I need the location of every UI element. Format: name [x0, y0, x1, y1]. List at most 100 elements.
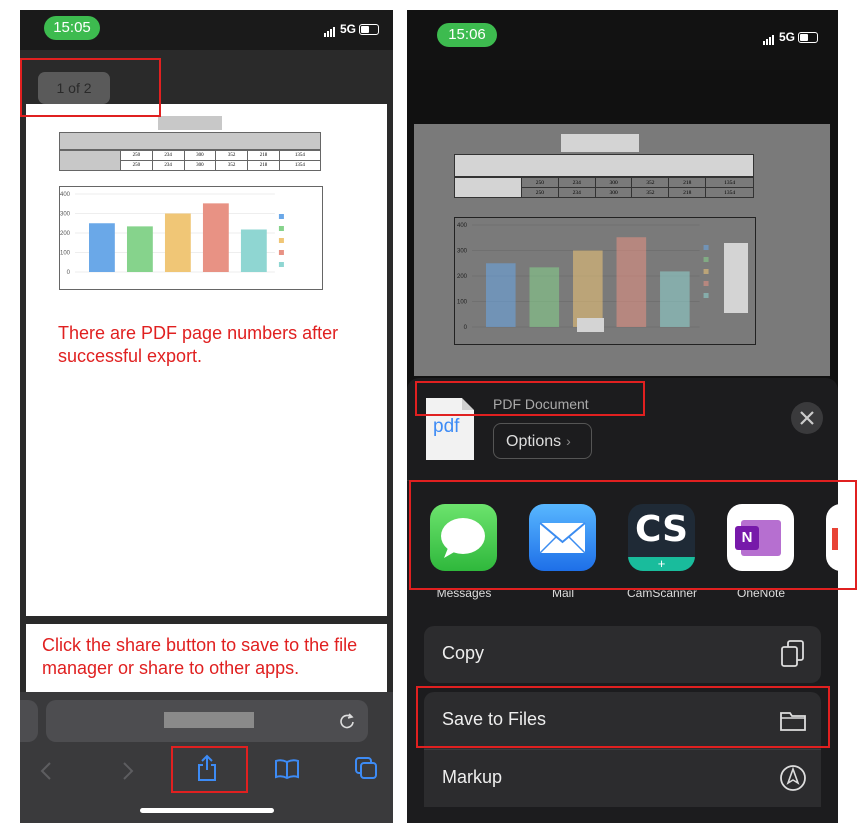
battery-icon [798, 32, 818, 44]
legend-swatch [278, 214, 284, 219]
table-cell: 1354 [278, 150, 322, 161]
table-cell: 352 [631, 187, 670, 198]
legend-swatch [278, 250, 284, 255]
legend-swatch [703, 293, 709, 298]
pdf-icon-label: pdf [433, 416, 460, 437]
x-label-redacted [577, 318, 604, 332]
legend-swatch [278, 238, 284, 243]
close-icon [800, 411, 814, 425]
legend-swatch [703, 281, 709, 286]
reload-icon[interactable] [338, 712, 356, 730]
table-cell-redacted [454, 177, 522, 198]
bar [486, 263, 516, 327]
y-tick-label: 100 [60, 251, 71, 257]
table-cell: 218 [668, 177, 707, 188]
y-tick-label: 200 [457, 274, 468, 280]
table-cell: 234 [151, 150, 185, 161]
table-cell: 1354 [705, 177, 754, 188]
legend-redacted [724, 243, 748, 313]
table-cell: 300 [183, 160, 217, 171]
table-cell-redacted [59, 150, 121, 171]
bar [240, 229, 267, 272]
battery-icon [359, 24, 379, 36]
highlight-save-to-files [416, 686, 830, 748]
table-cell: 218 [668, 187, 707, 198]
close-button[interactable] [791, 402, 823, 434]
table-cell: 300 [594, 187, 633, 198]
status-icons: 5G [323, 22, 379, 37]
legend-swatch [278, 226, 284, 231]
bar [529, 267, 560, 327]
action-copy[interactable]: Copy [424, 626, 821, 683]
table-cell: 300 [183, 150, 217, 161]
table-cell: 250 [120, 150, 153, 161]
address-bar[interactable] [46, 700, 368, 742]
chevron-right-icon: › [566, 433, 571, 449]
table-cell: 218 [247, 160, 280, 171]
status-time: 15:06 [437, 23, 497, 47]
legend-swatch [703, 257, 709, 262]
table-cell: 218 [247, 150, 280, 161]
table-cell: 250 [521, 187, 559, 198]
markup-icon [780, 765, 806, 791]
signal-icon [323, 23, 336, 37]
action-markup[interactable]: Markup [424, 750, 821, 807]
url-redacted [164, 712, 254, 728]
y-tick-label: 400 [60, 192, 71, 198]
action-label: Markup [442, 767, 503, 787]
forward-icon[interactable] [120, 760, 136, 782]
bar-chart-dimmed: 4003002001000 [454, 217, 756, 345]
status-time: 15:05 [44, 16, 100, 40]
table-cell: 352 [215, 160, 249, 171]
status-bar: 15:05 5G [20, 10, 393, 50]
bookmarks-icon[interactable] [274, 758, 300, 780]
options-label: Options [506, 433, 562, 450]
y-tick-label: 400 [457, 223, 468, 229]
highlight-share-button [171, 746, 248, 793]
annotation-page-numbers: There are PDF page numbers after success… [58, 323, 339, 366]
status-bar: 15:06 5G [407, 10, 838, 70]
table-cell: 234 [557, 177, 596, 188]
legend-swatch [278, 262, 284, 267]
action-label: Copy [442, 643, 485, 663]
doc-table: 250 234 300 352 218 1354 250 234 300 352… [59, 132, 322, 178]
copy-icon [781, 640, 804, 667]
pdf-page-1: 250 234 300 352 218 1354 250 234 300 352… [26, 104, 387, 616]
table-cell: 300 [594, 177, 633, 188]
highlight-app-row [409, 480, 857, 590]
legend-swatch [703, 269, 709, 274]
legend-swatch [703, 245, 709, 250]
table-cell: 250 [120, 160, 153, 171]
network-label: 5G [778, 30, 795, 44]
network-label: 5G [339, 22, 356, 36]
home-indicator [140, 808, 274, 813]
y-tick-label: 300 [60, 212, 71, 218]
y-tick-label: 200 [60, 231, 71, 237]
bar [202, 203, 229, 272]
doc-table: 250 234 300 352 218 1354 250 234 300 352… [454, 154, 754, 208]
highlight-page-counter [20, 58, 161, 117]
bar [616, 237, 647, 327]
bar [126, 226, 153, 272]
table-cell: 250 [521, 177, 559, 188]
tabs-icon[interactable] [354, 756, 378, 780]
previous-tab-peek[interactable] [20, 700, 38, 742]
annotation-share: Click the share button to save to the fi… [42, 635, 358, 678]
signal-icon [762, 31, 775, 45]
options-button[interactable]: Options › [493, 423, 592, 459]
bar [164, 213, 191, 272]
table-cell: 352 [215, 150, 249, 161]
y-tick-label: 300 [457, 249, 468, 255]
table-cell: 1354 [705, 187, 754, 198]
back-icon[interactable] [38, 760, 54, 782]
status-icons: 5G [762, 30, 818, 45]
highlight-doc-type [415, 381, 645, 416]
doc-title-redacted [561, 134, 639, 152]
bar [89, 223, 115, 272]
pdf-preview-dimmed: 250 234 300 352 218 1354 250 234 300 352… [414, 124, 830, 376]
table-cell: 234 [151, 160, 185, 171]
bar [573, 250, 603, 327]
left-phone-screen: 15:05 5G 1 of 2 250 234 300 352 218 1354 [20, 10, 393, 823]
y-tick-label: 100 [457, 300, 468, 306]
table-cell: 1354 [278, 160, 322, 171]
